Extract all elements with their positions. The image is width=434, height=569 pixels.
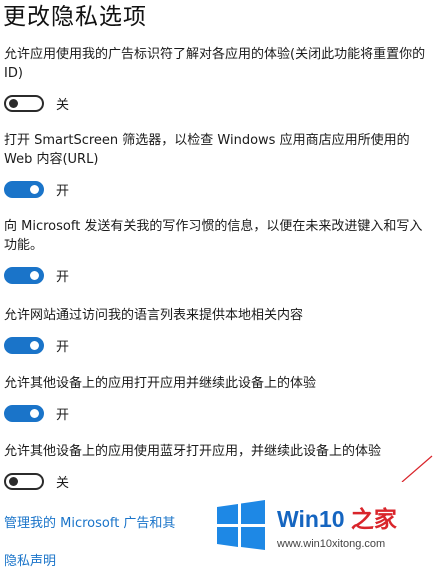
toggle-knob (30, 270, 39, 280)
toggle-row: 开 (4, 179, 432, 199)
toggle-row: 关 (4, 471, 432, 491)
setting-language-list: 允许网站通过访问我的语言列表来提供本地相关内容 开 (4, 306, 432, 355)
toggle-knob (30, 340, 39, 350)
setting-advertising-id: 允许应用使用我的广告标识符了解对各应用的体验(关闭此功能将重置你的 ID) 关 (4, 45, 432, 113)
toggle-state-label: 开 (56, 183, 70, 199)
toggle-state-label: 开 (56, 339, 70, 355)
setting-smartscreen: 打开 SmartScreen 筛选器，以检查 Windows 应用商店应用所使用… (4, 131, 432, 199)
toggle-row: 开 (4, 335, 432, 355)
watermark-url: www.win10xitong.com (277, 538, 386, 550)
toggle-state-label: 开 (56, 407, 70, 423)
toggle-row: 开 (4, 403, 432, 423)
watermark-brand: Win10 之家 (277, 500, 397, 534)
toggle-knob (9, 476, 18, 486)
setting-description: 向 Microsoft 发送有关我的写作习惯的信息，以便在未来改进键入和写入功能… (4, 219, 423, 253)
windows-logo-icon (217, 500, 265, 550)
toggle-knob (30, 184, 39, 194)
bluetooth-apps-toggle[interactable] (4, 472, 44, 490)
toggle-state-label: 关 (56, 475, 70, 491)
writing-habits-toggle[interactable] (4, 266, 44, 284)
toggle-state-label: 关 (56, 97, 70, 113)
page-title: 更改隐私选项 (3, 4, 147, 30)
cross-device-apps-toggle[interactable] (4, 404, 44, 422)
toggle-row: 开 (4, 265, 432, 285)
setting-description: 允许网站通过访问我的语言列表来提供本地相关内容 (4, 308, 304, 323)
toggle-row: 关 (4, 93, 432, 113)
setting-writing-habits: 向 Microsoft 发送有关我的写作习惯的信息，以便在未来改进键入和写入功能… (4, 217, 432, 285)
setting-description: 允许其他设备上的应用打开应用并继续此设备上的体验 (4, 376, 317, 391)
privacy-statement-link[interactable]: 隐私声明 (4, 550, 56, 569)
watermark: Win10 之家 www.win10xitong.com (205, 494, 434, 569)
manage-ads-link[interactable]: 管理我的 Microsoft 广告和其 (4, 512, 175, 531)
toggle-knob (9, 98, 18, 108)
advertising-id-toggle[interactable] (4, 94, 44, 112)
watermark-brand-main: Win10 (277, 506, 345, 532)
setting-cross-device-apps: 允许其他设备上的应用打开应用并继续此设备上的体验 开 (4, 374, 432, 423)
watermark-brand-accent: 之家 (350, 506, 397, 532)
language-list-toggle[interactable] (4, 336, 44, 354)
setting-description: 允许应用使用我的广告标识符了解对各应用的体验(关闭此功能将重置你的 ID) (4, 47, 426, 81)
smartscreen-toggle[interactable] (4, 180, 44, 198)
toggle-state-label: 开 (56, 269, 70, 285)
decorative-stripe (401, 455, 433, 482)
setting-description: 允许其他设备上的应用使用蓝牙打开应用，并继续此设备上的体验 (4, 444, 382, 459)
setting-description: 打开 SmartScreen 筛选器，以检查 Windows 应用商店应用所使用… (4, 133, 410, 167)
toggle-knob (30, 408, 39, 418)
setting-bluetooth-apps: 允许其他设备上的应用使用蓝牙打开应用，并继续此设备上的体验 关 (4, 442, 432, 491)
